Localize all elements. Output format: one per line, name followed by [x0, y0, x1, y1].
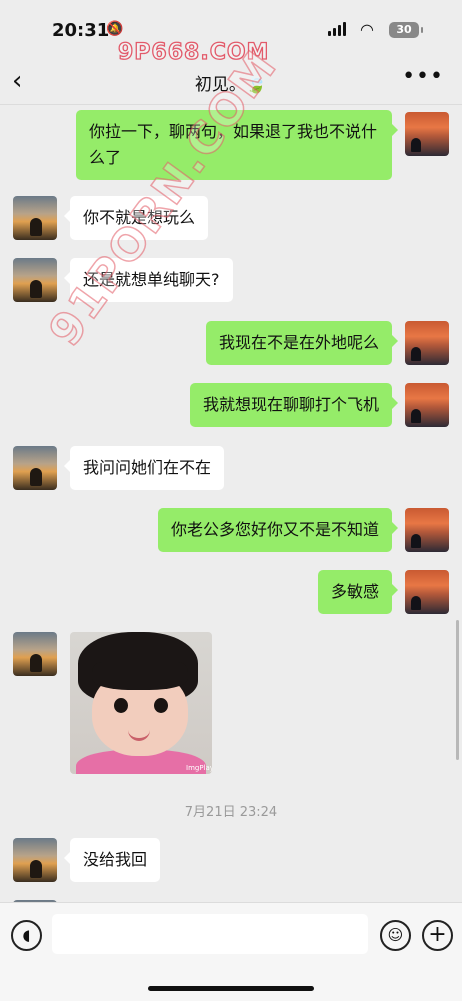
scrollbar[interactable] — [456, 620, 459, 760]
voice-icon[interactable]: ◖ — [11, 920, 42, 951]
sticker-watermark: ImgPlay — [186, 764, 212, 772]
plus-icon[interactable]: + — [422, 920, 453, 951]
message-input[interactable] — [52, 914, 368, 954]
avatar-contact[interactable] — [13, 632, 57, 676]
bell-slash-icon: 🔕 — [106, 21, 124, 37]
avatar-contact[interactable] — [13, 196, 57, 240]
avatar-self[interactable] — [405, 321, 449, 365]
message-bubble[interactable]: 没给我回 — [63, 838, 161, 882]
status-time: 20:31 — [52, 20, 110, 41]
avatar-self[interactable] — [405, 383, 449, 427]
message-timestamp: 7月21日 23:24 — [184, 805, 278, 820]
sticker-eye — [154, 698, 168, 713]
avatar-contact[interactable] — [13, 838, 57, 882]
message-bubble[interactable]: 我就想现在聊聊打个飞机 — [189, 383, 399, 427]
message-bubble[interactable]: 你老公多您好你又不是不知道 — [157, 508, 399, 552]
message-bubble[interactable]: 多敏感 — [317, 570, 399, 614]
message-bubble[interactable]: 我问问她们在不在 — [63, 446, 225, 490]
sticker-bangs — [92, 662, 188, 690]
avatar-contact[interactable] — [13, 258, 57, 302]
avatar-self[interactable] — [405, 112, 449, 156]
sticker-image[interactable]: ImgPlay — [70, 632, 212, 774]
message-list[interactable]: 你拉一下，聊两句，如果退了我也不说什么了 你不就是想玩么 还是就想单纯聊天? 我… — [0, 104, 462, 902]
home-indicator[interactable] — [148, 986, 314, 991]
emoji-icon[interactable]: ☺ — [380, 920, 411, 951]
message-bubble[interactable]: 我现在不是在外地呢么 — [205, 321, 399, 365]
signal-icon — [328, 22, 350, 36]
battery-icon: 30 — [389, 22, 423, 38]
avatar-self[interactable] — [405, 508, 449, 552]
more-dots-icon[interactable]: ••• — [402, 64, 444, 89]
sticker-eye — [114, 698, 128, 713]
avatar-self[interactable] — [405, 570, 449, 614]
wifi-icon: ◠ — [360, 20, 374, 39]
avatar-contact[interactable] — [13, 446, 57, 490]
